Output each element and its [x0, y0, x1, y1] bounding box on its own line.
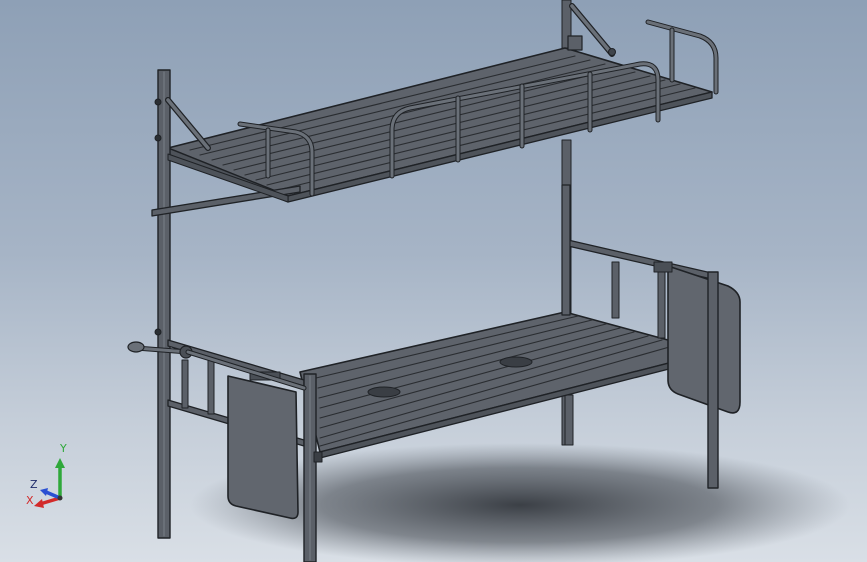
- y-axis-label: Y: [60, 442, 67, 455]
- x-axis-line: [39, 496, 61, 506]
- x-axis-arrow: [34, 499, 44, 508]
- cad-graphics-viewport[interactable]: Y Z X: [0, 0, 867, 562]
- z-axis-arrow: [40, 488, 48, 496]
- upper-left-brace: [165, 97, 211, 151]
- z-axis-label: Z: [30, 478, 38, 491]
- lower-right-fold-table: [653, 261, 741, 414]
- front-right-post: [707, 271, 719, 489]
- triad-origin: [57, 495, 63, 501]
- lower-left-fold-table: [227, 371, 299, 520]
- lever-handle: [127, 341, 307, 391]
- x-axis-label: X: [26, 494, 34, 507]
- lower-bunk-deck: [299, 311, 713, 459]
- upper-rear-brace: [567, 3, 616, 57]
- y-axis-arrow: [55, 458, 65, 468]
- bunk-bed-model[interactable]: [0, 0, 867, 562]
- front-left-post: [154, 69, 171, 539]
- rear-bottom-leg: [564, 394, 574, 446]
- reference-triad: Y Z X: [22, 440, 82, 512]
